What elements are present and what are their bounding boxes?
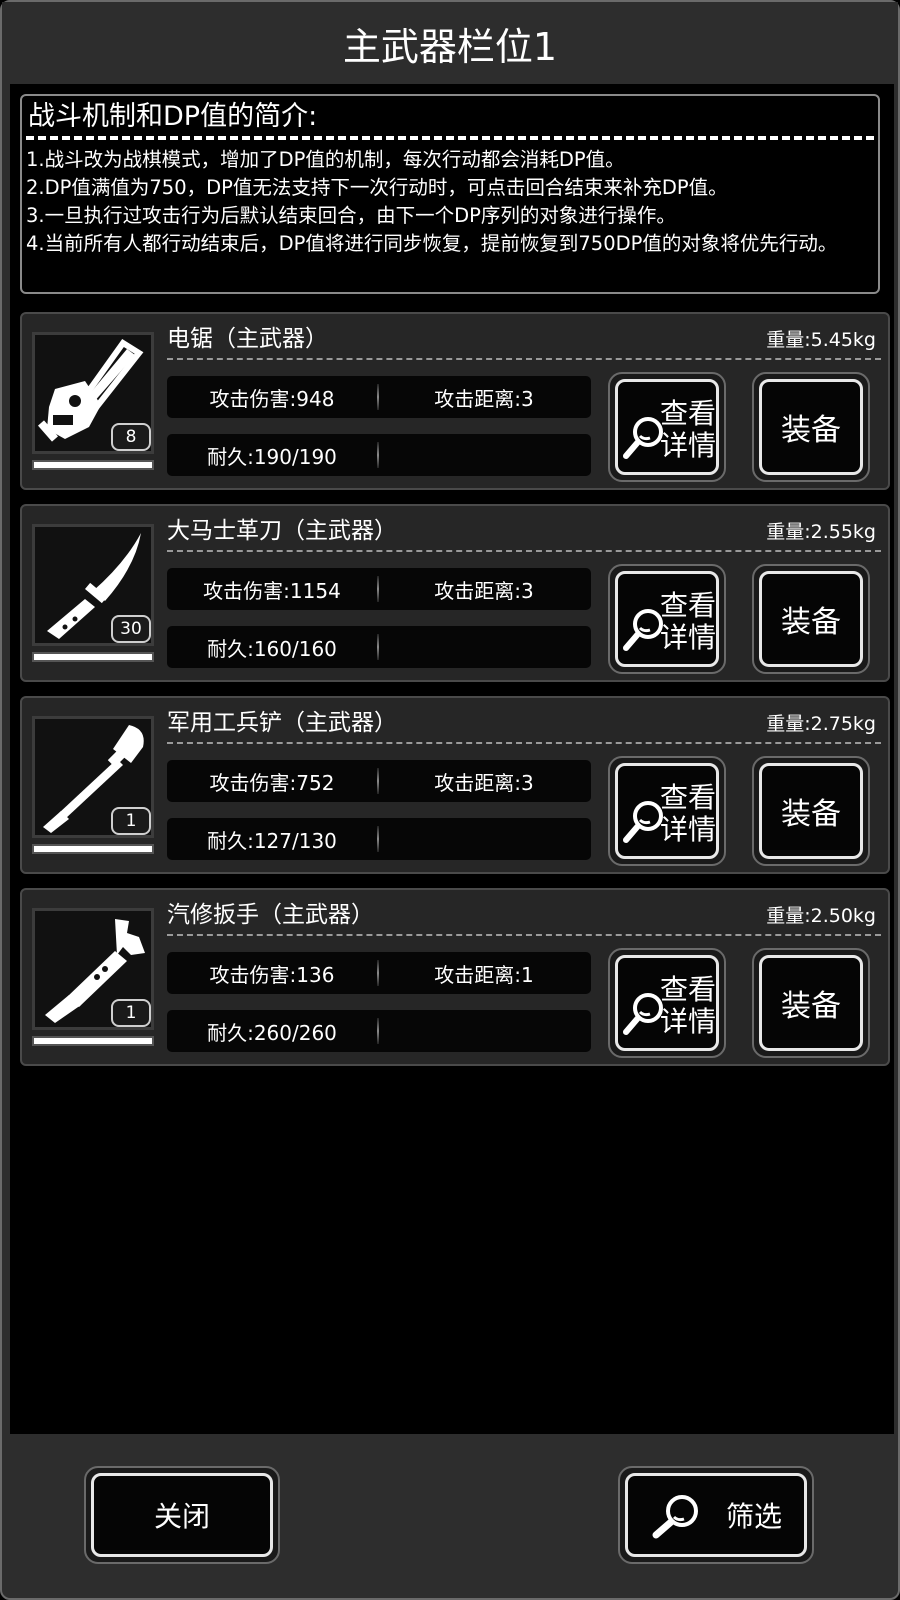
filter-label: 筛选 [725,1500,782,1533]
weapon-thumbnail[interactable]: 1 [32,908,154,1030]
weapon-card[interactable]: 1 军用工兵铲（主武器） 重量:2.75kg 攻击伤害:752 攻击距离:3 耐… [20,696,890,874]
name-divider [167,550,881,552]
stat-row-attack: 攻击伤害:1154 攻击距离:3 [167,568,591,610]
view-details-label: 查看 [660,397,717,430]
stat-row-durability: 耐久:190/190 [167,434,591,476]
weapon-weight: 重量:5.45kg [766,329,876,351]
equip-label: 装备 [781,605,841,640]
durability-value: 耐久:260/260 [207,1020,337,1045]
view-details-button[interactable]: 查看 详情 [608,372,726,482]
weapon-thumbnail[interactable]: 8 [32,332,154,454]
durability-bar [32,844,154,854]
view-details-label: 查看 [660,781,717,814]
stat-divider [377,826,379,852]
stat-row-durability: 耐久:260/260 [167,1010,591,1052]
stat-divider [377,1018,379,1044]
intro-line-3: 3.一旦执行过攻击行为后默认结束回合，由下一个DP序列的对象进行操作。 [26,204,676,227]
equip-button[interactable]: 装备 [752,948,870,1058]
equip-label: 装备 [781,413,841,448]
equip-label: 装备 [781,797,841,832]
intro-divider [26,136,874,140]
durability-value: 耐久:160/160 [207,636,337,661]
equip-button[interactable]: 装备 [752,372,870,482]
name-divider [167,934,881,936]
close-label: 关闭 [153,1500,210,1533]
view-details-button[interactable]: 查看 详情 [608,948,726,1058]
view-details-label-2: 详情 [660,813,717,846]
weapon-thumbnail[interactable]: 1 [32,716,154,838]
item-count-badge: 8 [111,423,151,451]
view-details-label-2: 详情 [660,621,717,654]
weapon-weight: 重量:2.55kg [766,521,876,543]
equip-button[interactable]: 装备 [752,756,870,866]
name-divider [167,742,881,744]
view-details-label: 查看 [660,589,717,622]
intro-line-2: 2.DP值满值为750，DP值无法支持下一次行动时，可点击回合结束来补充DP值。 [26,176,728,199]
weapon-name: 军用工兵铲（主武器） [167,710,397,736]
attack-damage: 攻击伤害:752 [209,770,335,795]
weapon-name: 汽修扳手（主武器） [167,902,374,928]
equip-button[interactable]: 装备 [752,564,870,674]
attack-range: 攻击距离:3 [434,386,534,411]
dialog-title: 主武器栏位1 [2,2,898,84]
durability-value: 耐久:190/190 [207,444,337,469]
durability-value: 耐久:127/130 [207,828,337,853]
stat-row-attack: 攻击伤害:948 攻击距离:3 [167,376,591,418]
attack-damage: 攻击伤害:1154 [203,578,341,603]
weapon-card[interactable]: 8 电锯（主武器） 重量:5.45kg 攻击伤害:948 攻击距离:3 耐久:1… [20,312,890,490]
weapon-weight: 重量:2.75kg [766,713,876,735]
item-count-badge: 1 [111,999,151,1027]
view-details-label-2: 详情 [660,429,717,462]
attack-damage: 攻击伤害:948 [209,386,335,411]
magnifier-icon [652,1495,698,1539]
equip-label: 装备 [781,989,841,1024]
content-area[interactable]: 战斗机制和DP值的简介: 1.战斗改为战棋模式，增加了DP值的机制，每次行动都会… [10,84,894,1434]
attack-range: 攻击距离:3 [434,578,534,603]
intro-line-1: 1.战斗改为战棋模式，增加了DP值的机制，每次行动都会消耗DP值。 [26,148,625,171]
view-details-button[interactable]: 查看 详情 [608,564,726,674]
intro-line-4: 4.当前所有人都行动结束后，DP值将进行同步恢复，提前恢复到750DP值的对象将… [26,232,838,255]
weapon-name: 电锯（主武器） [167,326,328,352]
item-count-badge: 1 [111,807,151,835]
durability-bar [32,652,154,662]
stat-divider [377,442,379,468]
intro-panel: 战斗机制和DP值的简介: 1.战斗改为战棋模式，增加了DP值的机制，每次行动都会… [20,94,880,294]
filter-button[interactable]: 筛选 [618,1466,814,1564]
stat-row-attack: 攻击伤害:752 攻击距离:3 [167,760,591,802]
durability-bar [32,460,154,470]
dialog-frame: 主武器栏位1 战斗机制和DP值的简介: 1.战斗改为战棋模式，增加了DP值的机制… [0,0,900,1600]
stat-row-attack: 攻击伤害:136 攻击距离:1 [167,952,591,994]
weapon-card[interactable]: 30 大马士革刀（主武器） 重量:2.55kg 攻击伤害:1154 攻击距离:3… [20,504,890,682]
view-details-button[interactable]: 查看 详情 [608,756,726,866]
attack-range: 攻击距离:1 [434,962,534,987]
durability-bar [32,1036,154,1046]
close-button[interactable]: 关闭 [84,1466,280,1564]
intro-heading: 战斗机制和DP值的简介: [28,101,318,132]
weapon-card[interactable]: 1 汽修扳手（主武器） 重量:2.50kg 攻击伤害:136 攻击距离:1 耐久… [20,888,890,1066]
weapon-weight: 重量:2.50kg [766,905,876,927]
name-divider [167,358,881,360]
attack-damage: 攻击伤害:136 [209,962,335,987]
weapon-thumbnail[interactable]: 30 [32,524,154,646]
weapon-name: 大马士革刀（主武器） [167,518,397,544]
item-count-badge: 30 [111,615,151,643]
attack-range: 攻击距离:3 [434,770,534,795]
stat-divider [377,634,379,660]
view-details-label-2: 详情 [660,1005,717,1038]
stat-row-durability: 耐久:127/130 [167,818,591,860]
view-details-label: 查看 [660,973,717,1006]
stat-row-durability: 耐久:160/160 [167,626,591,668]
